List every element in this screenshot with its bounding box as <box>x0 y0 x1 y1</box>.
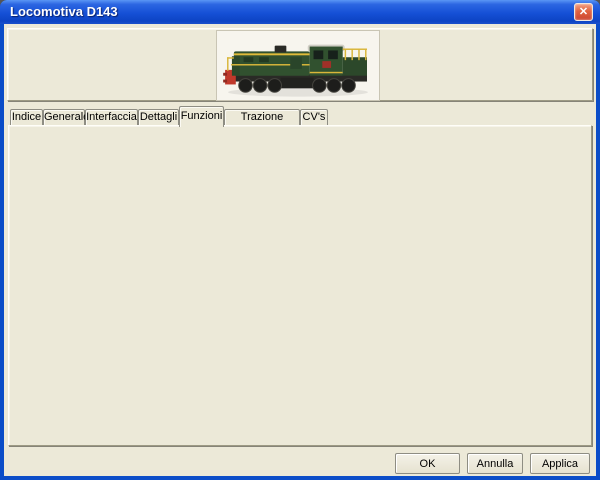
tab-label: Indice <box>12 111 41 123</box>
ok-button[interactable]: OK <box>395 453 460 474</box>
tab-label: Interfaccia <box>86 111 137 123</box>
window-title: Locomotiva D143 <box>10 4 118 19</box>
tab-trazione-multipla[interactable]: Trazione multipla <box>224 109 300 126</box>
close-icon: ✕ <box>579 6 588 18</box>
dialog-window: Locomotiva D143 ✕ <box>0 0 600 480</box>
tab-generale[interactable]: Generale <box>43 109 85 126</box>
tab-label: Generale <box>44 111 89 123</box>
tab-cvs[interactable]: CV's <box>300 109 328 126</box>
locomotive-image <box>217 31 379 100</box>
title-bar: Locomotiva D143 ✕ <box>0 0 600 24</box>
tabpage-funzioni <box>8 125 592 446</box>
close-button[interactable]: ✕ <box>574 3 593 21</box>
applica-button[interactable]: Applica <box>530 453 590 474</box>
tab-funzioni[interactable]: Funzioni <box>179 106 224 127</box>
annulla-button[interactable]: Annulla <box>467 453 523 474</box>
tab-interfaccia[interactable]: Interfaccia <box>85 109 138 126</box>
tab-indice[interactable]: Indice <box>10 109 43 126</box>
tab-label: Dettagli <box>140 111 177 123</box>
locomotive-photo <box>216 30 380 101</box>
photo-panel <box>7 28 593 101</box>
tab-label: CV's <box>303 111 326 123</box>
tab-label: Funzioni <box>181 110 223 122</box>
tab-dettagli[interactable]: Dettagli <box>138 109 179 126</box>
